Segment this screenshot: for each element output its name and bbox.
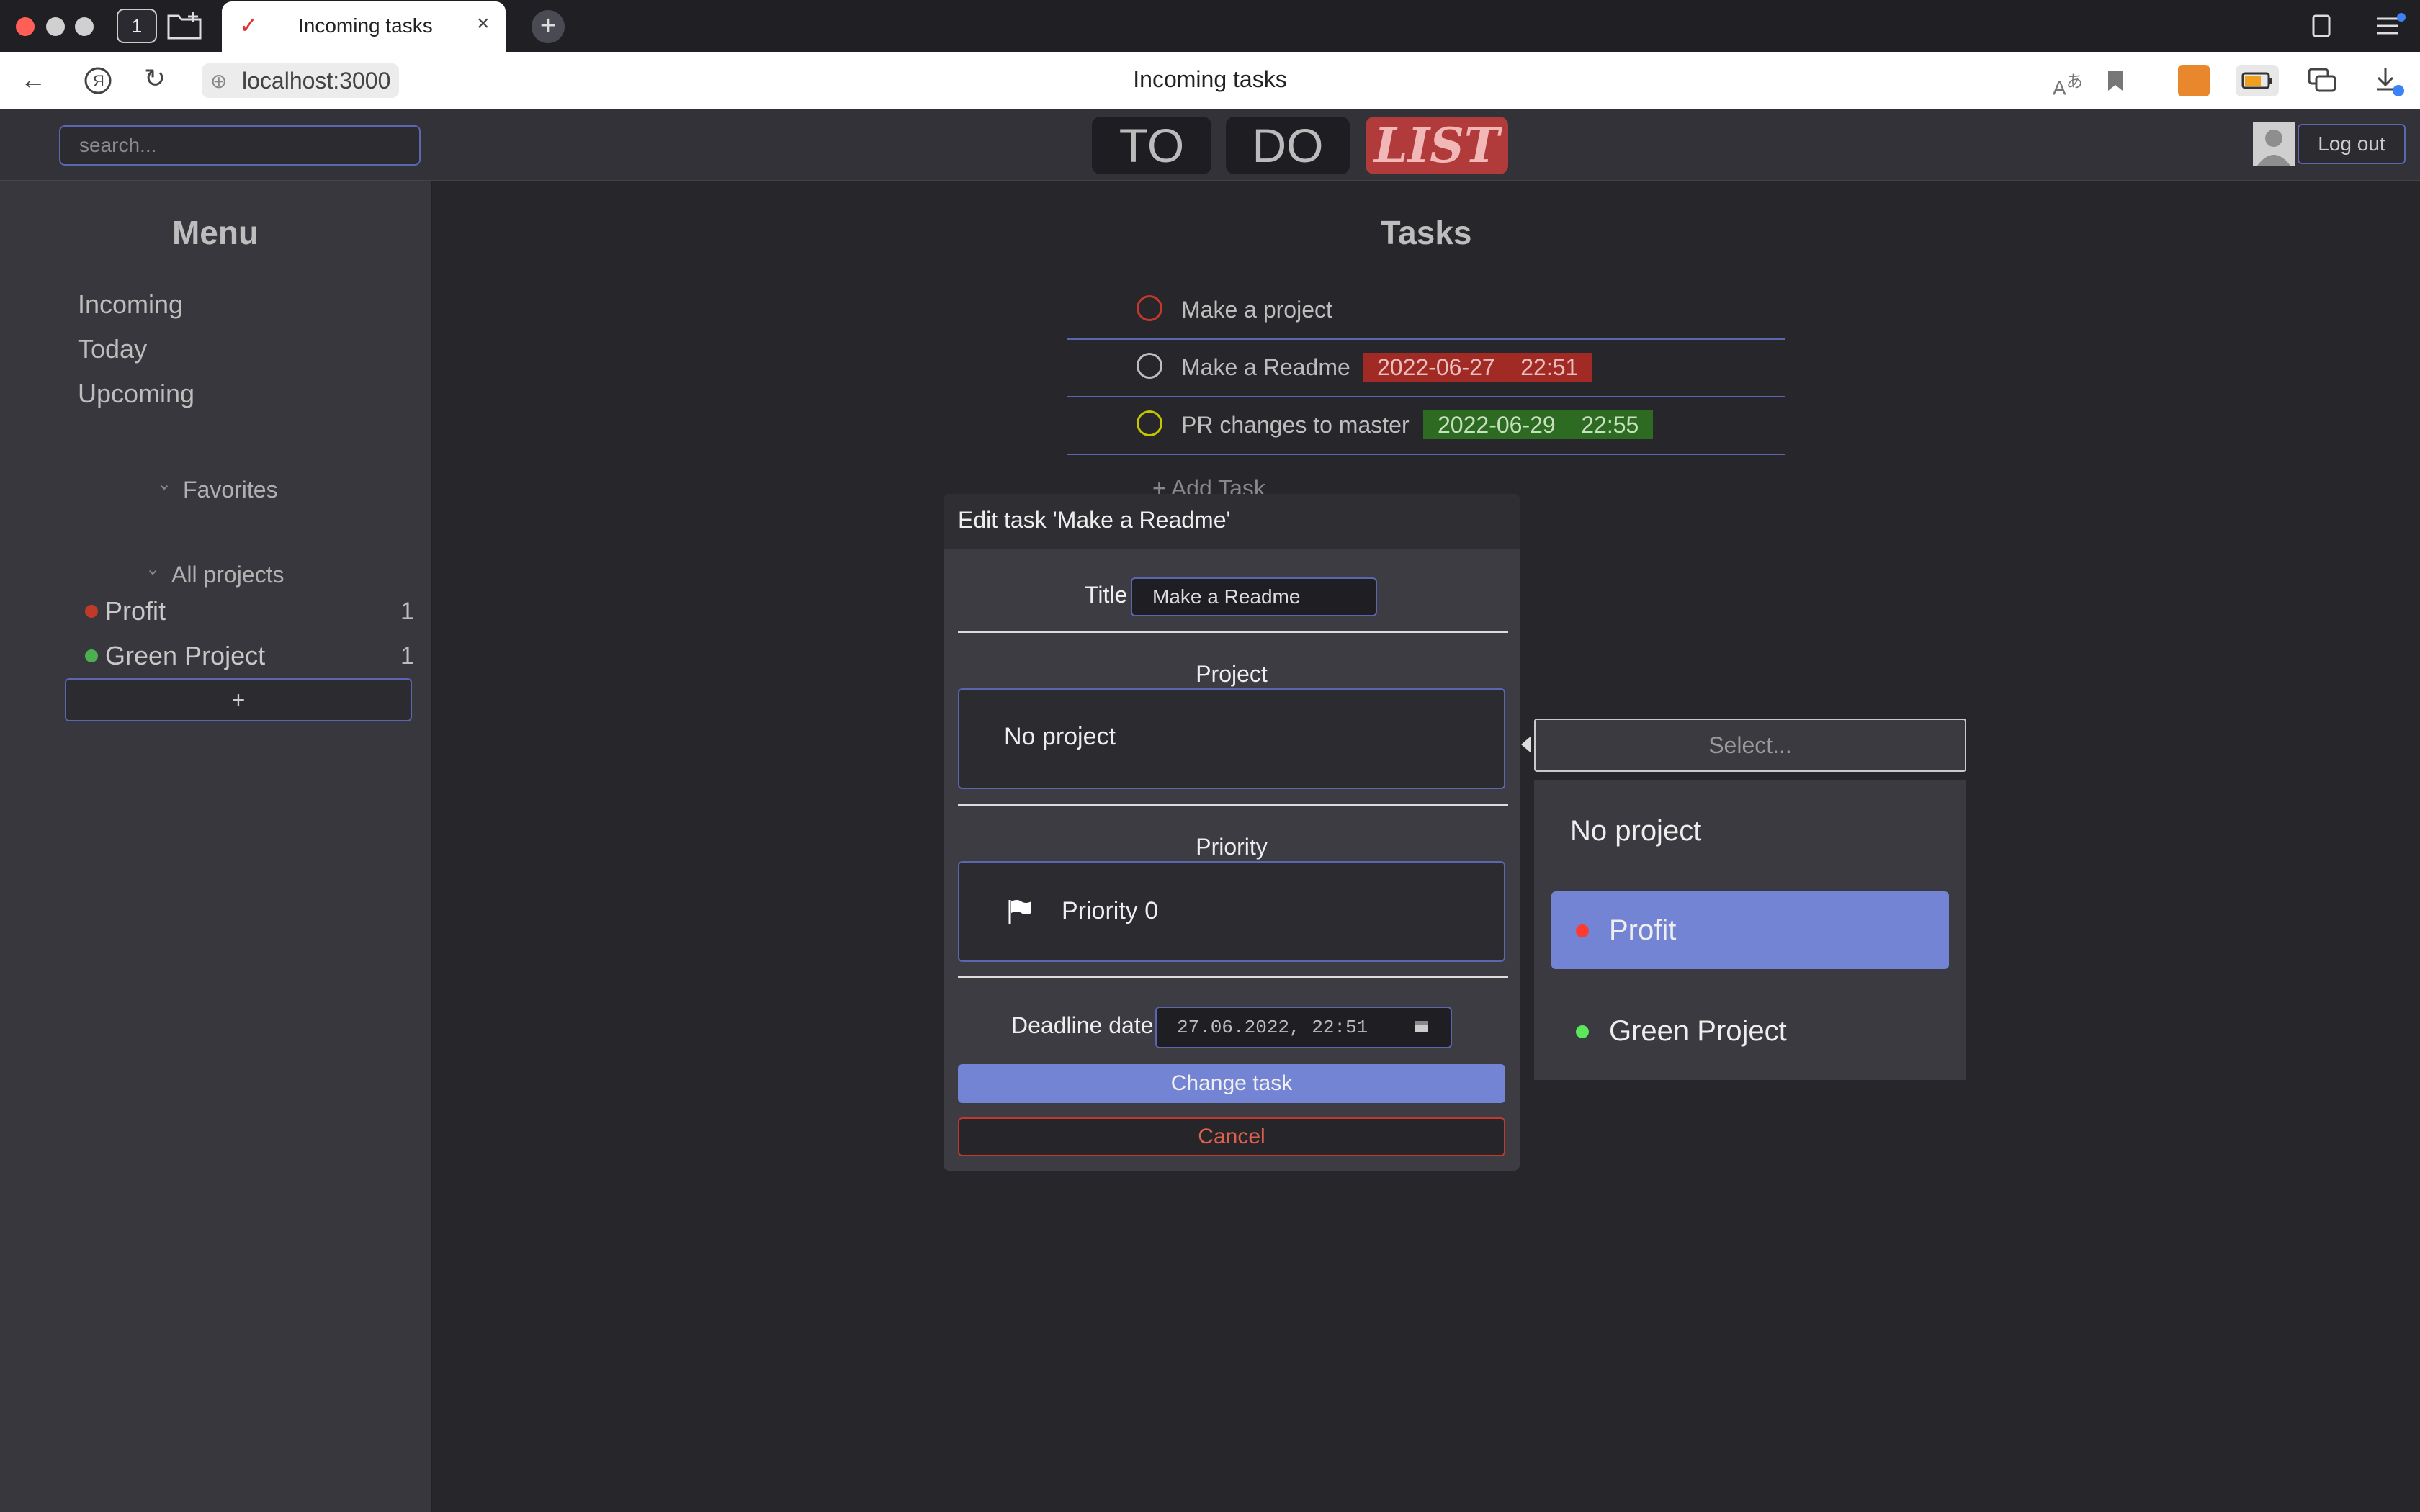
sidebar-item-today[interactable]: Today xyxy=(78,334,147,364)
option-label: Profit xyxy=(1609,914,1677,946)
tab-close-icon[interactable]: × xyxy=(477,12,490,36)
sidebar-item-incoming[interactable]: Incoming xyxy=(78,289,183,320)
task-complete-checkbox[interactable] xyxy=(1137,353,1162,379)
deadline-value: 27.06.2022, 22:51 xyxy=(1177,1017,1368,1038)
task-title[interactable]: PR changes to master xyxy=(1181,412,1410,438)
avatar[interactable] xyxy=(2253,122,2295,166)
new-tab-button[interactable]: + xyxy=(532,10,565,43)
dropdown-option-profit[interactable]: Profit xyxy=(1551,891,1949,969)
change-task-button[interactable]: Change task xyxy=(958,1064,1505,1103)
project-color-dot xyxy=(85,649,98,662)
divider xyxy=(958,976,1508,978)
tasks-title: Tasks xyxy=(1380,214,1472,251)
option-label: Green Project xyxy=(1609,1015,1787,1047)
tab-incoming-tasks[interactable]: ✓ Incoming tasks × xyxy=(222,1,506,52)
deadline-input[interactable]: 27.06.2022, 22:51 xyxy=(1155,1007,1452,1048)
dropdown-option-no-project[interactable]: No project xyxy=(1551,792,1949,870)
task-deadline-badge: 2022-06-27 22:51 xyxy=(1363,353,1593,382)
project-color-dot xyxy=(1576,1025,1589,1038)
tab-count: 1 xyxy=(131,15,143,37)
dropdown-caret-icon xyxy=(1521,736,1531,753)
tab-title: Incoming tasks xyxy=(298,14,433,37)
logout-button[interactable]: Log out xyxy=(2298,124,2406,164)
project-dropdown-search[interactable]: Select... xyxy=(1534,719,1966,772)
search-input[interactable] xyxy=(59,125,421,166)
chat-icon[interactable] xyxy=(2306,66,2338,95)
downloads-icon[interactable] xyxy=(2372,65,2406,98)
bookmark-icon[interactable] xyxy=(2106,69,2125,92)
extension-books-icon[interactable] xyxy=(2178,65,2210,96)
title-input[interactable] xyxy=(1131,577,1377,616)
divider xyxy=(958,631,1508,633)
sidebar-project-green[interactable]: Green Project xyxy=(105,641,265,671)
chevron-down-icon[interactable]: ⌄ xyxy=(157,474,171,495)
task-row[interactable]: Make a project xyxy=(1067,282,1785,340)
task-deadline-badge: 2022-06-29 22:55 xyxy=(1423,410,1654,439)
divider xyxy=(958,804,1508,806)
project-select-value: No project xyxy=(1004,723,1116,750)
task-complete-checkbox[interactable] xyxy=(1137,295,1162,321)
modal-title: Edit task 'Make a Readme' xyxy=(958,507,1231,533)
logo-do: DO xyxy=(1226,117,1350,174)
chevron-down-icon[interactable]: ⌄ xyxy=(145,559,160,580)
tab-count-button[interactable]: 1 xyxy=(117,9,157,43)
plus-icon: + xyxy=(539,11,557,41)
minimize-window-button[interactable] xyxy=(46,17,65,36)
sidebar-item-upcoming[interactable]: Upcoming xyxy=(78,379,194,409)
maximize-window-button[interactable] xyxy=(75,17,94,36)
add-project-button[interactable]: + xyxy=(65,678,412,721)
priority-label: Priority xyxy=(1196,834,1268,860)
browser-menu-icon[interactable] xyxy=(2374,12,2406,40)
logo-list: LIST xyxy=(1366,117,1508,174)
task-row[interactable]: PR changes to master 2022-06-29 22:55 xyxy=(1067,397,1785,455)
sidebar xyxy=(0,181,432,1512)
priority-select[interactable] xyxy=(958,861,1505,962)
logo-to: TO xyxy=(1092,117,1211,174)
sidebar-project-profit[interactable]: Profit xyxy=(105,596,166,626)
battery-icon[interactable] xyxy=(2236,65,2279,96)
project-count: 1 xyxy=(400,598,414,625)
priority-select-value: Priority 0 xyxy=(1062,897,1159,924)
task-row[interactable]: Make a Readme 2022-06-27 22:51 xyxy=(1067,340,1785,397)
option-label: No project xyxy=(1570,815,1702,847)
close-window-button[interactable] xyxy=(16,17,35,36)
task-title[interactable]: Make a project xyxy=(1181,297,1332,323)
flag-icon xyxy=(1005,897,1034,926)
project-color-dot xyxy=(85,605,98,618)
project-label: Project xyxy=(1196,661,1268,687)
project-color-dot xyxy=(1576,924,1589,937)
title-label: Title xyxy=(1085,582,1128,608)
project-count: 1 xyxy=(400,642,414,670)
menu-title: Menu xyxy=(171,214,259,251)
translate-icon[interactable]: Aあ xyxy=(2053,68,2083,99)
todo-favicon-icon: ✓ xyxy=(239,12,259,38)
deadline-label: Deadline date xyxy=(1011,1012,1154,1038)
favorites-toggle[interactable]: Favorites xyxy=(183,477,278,503)
bookmarks-icon[interactable] xyxy=(2308,12,2336,40)
dropdown-option-green-project[interactable]: Green Project xyxy=(1551,992,1949,1070)
cancel-button[interactable]: Cancel xyxy=(958,1117,1505,1156)
all-projects-toggle[interactable]: All projects xyxy=(171,562,284,588)
task-title[interactable]: Make a Readme xyxy=(1181,354,1350,381)
new-folder-icon[interactable] xyxy=(166,10,203,42)
task-complete-checkbox[interactable] xyxy=(1137,410,1162,436)
calendar-icon[interactable] xyxy=(1413,1018,1429,1034)
